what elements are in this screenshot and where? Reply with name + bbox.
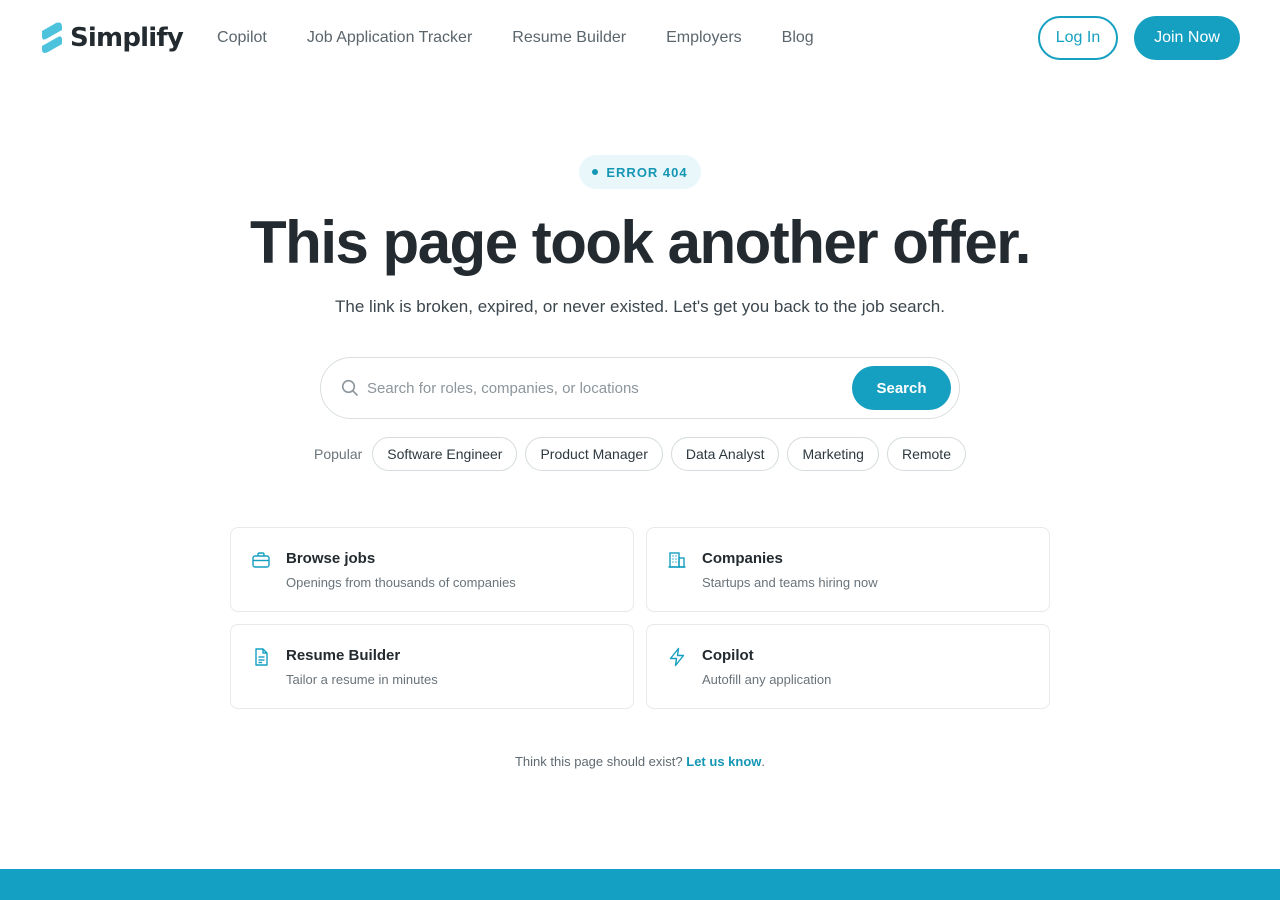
card-text: Browse jobs Openings from thousands of c… [286,549,516,592]
search-input[interactable] [367,368,852,408]
page-title: This page took another offer. [250,209,1031,276]
card-title: Copilot [702,647,754,664]
badge-dot [592,169,599,175]
let-us-know-link[interactable]: Let us know [686,754,761,769]
chip-data-analyst[interactable]: Data Analyst [670,437,780,471]
card-description: Tailor a resume in minutes [286,672,438,687]
simplify-logo[interactable]: Simplify [40,22,184,54]
feedback-suffix: . [761,754,766,769]
card-text: Companies Startups and teams hiring now [702,549,878,592]
simplify-logo-icon [42,22,62,53]
chip-software-engineer[interactable]: Software Engineer [372,437,518,471]
nav-resume-builder[interactable]: Resume Builder [512,29,646,47]
error-badge-label: ERROR 404 [606,164,688,180]
error-badge: ERROR 404 [579,155,701,189]
card-title: Resume Builder [286,647,401,664]
card-text: Copilot Autofill any application [702,646,831,689]
main-nav: Copilot Job Application Tracker Resume B… [217,29,834,47]
card-copilot[interactable]: Copilot Autofill any application [646,624,1050,709]
chip-product-manager[interactable]: Product Manager [525,437,663,471]
chip-remote[interactable]: Remote [886,437,966,471]
search-bar: Search [320,357,960,419]
briefcase-icon [252,552,270,568]
card-description: Autofill any application [702,672,832,687]
login-button[interactable]: Log In [1038,16,1118,60]
chip-marketing[interactable]: Marketing [787,437,879,471]
building-icon [668,552,686,568]
brand-name: Simplify [70,23,184,53]
search-icon [341,379,358,396]
join-now-button[interactable]: Join Now [1134,16,1240,60]
card-description: Openings from thousands of companies [286,575,516,590]
nav-blog[interactable]: Blog [782,29,834,47]
feedback-text: Think this page should exist? [514,754,683,769]
card-title: Browse jobs [286,550,376,567]
popular-label: Popular [314,446,363,462]
lightning-icon [669,647,685,667]
feedback-line: Think this page should exist? Let us kno… [0,752,1280,772]
footer-band [0,869,1280,900]
popular-searches: Popular Software Engineer Product Manage… [0,437,1280,471]
header-actions: Log In Join Now [1038,16,1240,60]
nav-employers[interactable]: Employers [666,29,762,47]
nav-copilot[interactable]: Copilot [217,29,287,47]
document-icon [255,648,268,666]
card-companies[interactable]: Companies Startups and teams hiring now [646,527,1050,612]
card-title: Companies [702,550,783,567]
card-text: Resume Builder Tailor a resume in minute… [286,646,438,689]
card-resume-builder[interactable]: Resume Builder Tailor a resume in minute… [230,624,634,709]
card-browse-jobs[interactable]: Browse jobs Openings from thousands of c… [230,527,634,612]
nav-job-application-tracker[interactable]: Job Application Tracker [307,29,492,47]
site-header: Simplify Copilot Job Application Tracker… [0,0,1280,76]
page-subtitle: The link is broken, expired, or never ex… [335,297,945,316]
search-button[interactable]: Search [852,366,951,410]
card-description: Startups and teams hiring now [702,575,878,590]
